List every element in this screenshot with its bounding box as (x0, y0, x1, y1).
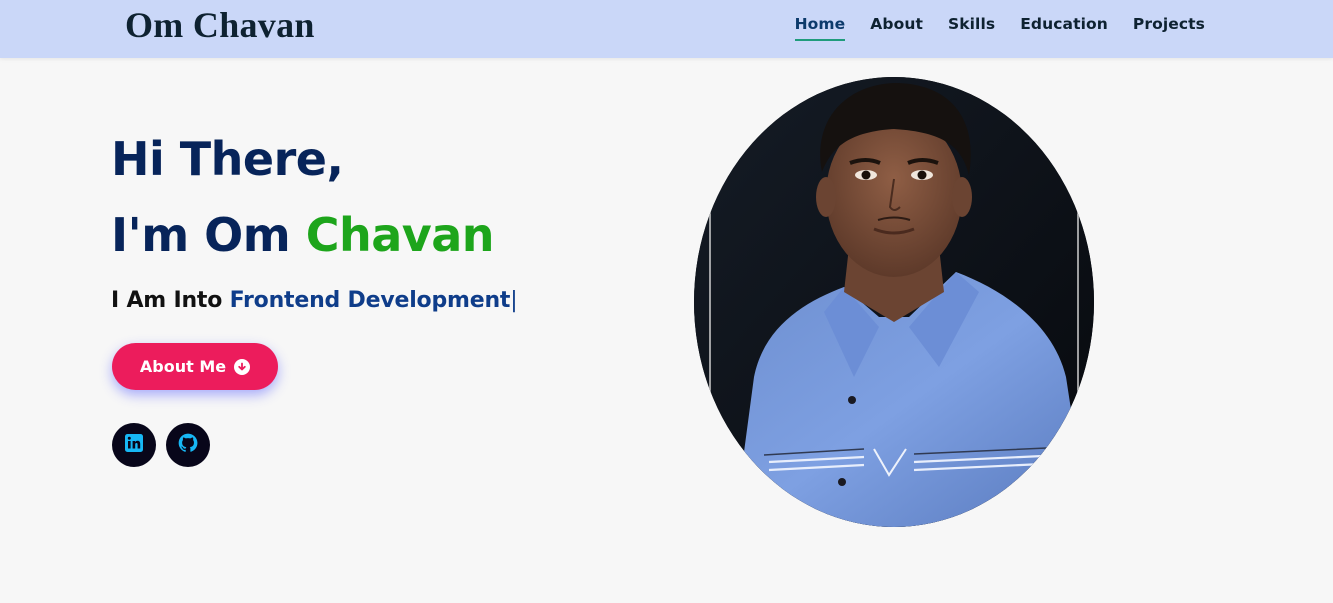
hero-intro: I'm Om Chavan (111, 208, 495, 262)
arrow-down-circle-icon (234, 358, 251, 375)
about-me-button[interactable]: About Me (112, 343, 278, 390)
profile-photo (694, 77, 1094, 527)
nav-about[interactable]: About (870, 15, 923, 41)
hero-greeting: Hi There, (111, 132, 344, 186)
nav-home[interactable]: Home (794, 15, 846, 41)
github-icon (177, 432, 199, 458)
nav-projects[interactable]: Projects (1133, 15, 1205, 41)
nav-education[interactable]: Education (1020, 15, 1108, 41)
navbar: Om Chavan Home About Skills Education Pr… (0, 0, 1333, 58)
intro-name: Chavan (305, 208, 495, 262)
typing-cursor: | (510, 288, 518, 313)
nav-links: Home About Skills Education Projects (794, 15, 1205, 41)
typed-text: Frontend Development (229, 288, 511, 313)
github-link[interactable] (166, 423, 210, 467)
portrait-illustration (694, 77, 1094, 527)
typing-line: I Am Into Frontend Development| (111, 288, 518, 313)
linkedin-link[interactable] (112, 423, 156, 467)
intro-prefix: I'm Om (111, 208, 306, 262)
about-me-label: About Me (139, 357, 227, 376)
linkedin-icon (124, 433, 144, 457)
site-logo[interactable]: Om Chavan (125, 4, 315, 46)
typing-prefix: I Am Into (111, 288, 230, 313)
nav-skills[interactable]: Skills (948, 15, 995, 41)
